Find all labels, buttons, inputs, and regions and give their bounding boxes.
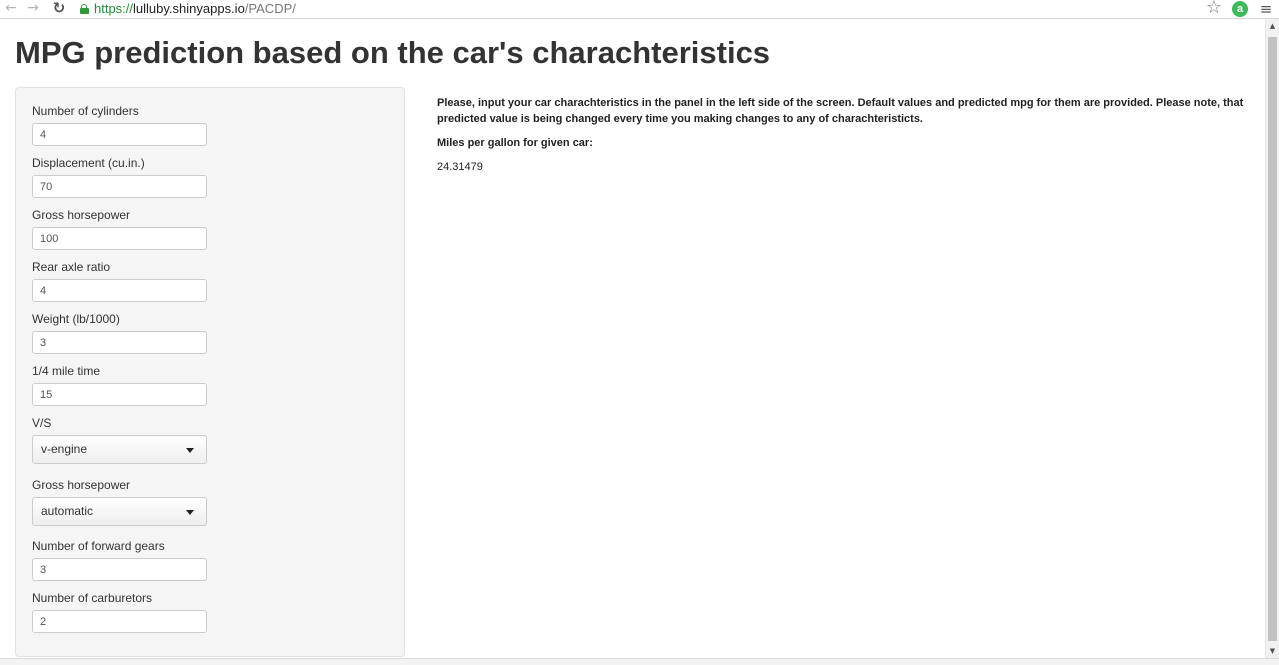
- transmission-select[interactable]: automatic: [32, 497, 207, 526]
- transmission-select-value: automatic: [41, 504, 94, 518]
- lock-icon: [80, 4, 89, 14]
- transmission-label: Gross horsepower: [32, 478, 131, 492]
- forward-gears-label: Number of forward gears: [32, 539, 165, 553]
- cylinders-label: Number of cylinders: [32, 104, 139, 118]
- horsepower-label: Gross horsepower: [32, 208, 131, 222]
- displacement-input[interactable]: [32, 175, 207, 198]
- scroll-down-arrow-icon[interactable]: ▼: [1266, 644, 1279, 658]
- forward-gears-input[interactable]: [32, 558, 207, 581]
- carburetors-input[interactable]: [32, 610, 207, 633]
- cylinders-input[interactable]: [32, 123, 207, 146]
- url-path: /PACDP/: [244, 1, 296, 16]
- vs-select-value: v-engine: [41, 442, 88, 456]
- weight-label: Weight (lb/1000): [32, 312, 120, 326]
- url-scheme: https://: [94, 1, 134, 16]
- predicted-mpg-value: 24.31479: [437, 161, 483, 173]
- vs-label: V/S: [32, 416, 52, 430]
- bottom-bar: [0, 658, 1279, 665]
- forward-arrow-icon[interactable]: →: [24, 0, 42, 18]
- chevron-down-icon: [186, 510, 194, 515]
- extension-icon[interactable]: a: [1232, 1, 1248, 17]
- chevron-down-icon: [186, 448, 194, 453]
- horsepower-input[interactable]: [32, 227, 207, 250]
- weight-input[interactable]: [32, 331, 207, 354]
- reload-icon[interactable]: ↻: [50, 0, 68, 18]
- quarter-mile-time-input[interactable]: [32, 383, 207, 406]
- hamburger-menu-icon[interactable]: ≡: [1258, 1, 1274, 17]
- quarter-mile-time-label: 1/4 mile time: [32, 364, 101, 378]
- main-panel: Please, input your car charachteristics …: [437, 95, 1247, 173]
- carburetors-label: Number of carburetors: [32, 591, 153, 605]
- browser-toolbar: ← → ↻ https://lulluby.shinyapps.io/PACDP…: [0, 0, 1279, 19]
- scroll-up-arrow-icon[interactable]: ▲: [1266, 19, 1279, 33]
- vertical-scrollbar[interactable]: ▲ ▼: [1265, 19, 1279, 658]
- url-text[interactable]: https://lulluby.shinyapps.io/PACDP/: [94, 0, 296, 17]
- url-host: lulluby.shinyapps.io: [133, 1, 245, 16]
- back-arrow-icon[interactable]: ←: [2, 0, 20, 18]
- result-label: Miles per gallon for given car:: [437, 137, 593, 149]
- address-bar[interactable]: https://lulluby.shinyapps.io/PACDP/: [76, 0, 1196, 18]
- displacement-label: Displacement (cu.in.): [32, 156, 145, 170]
- rear-axle-ratio-input[interactable]: [32, 279, 207, 302]
- input-sidebar-panel: Number of cylinders Displacement (cu.in.…: [15, 87, 405, 657]
- scrollbar-thumb[interactable]: [1268, 37, 1277, 641]
- rear-axle-ratio-label: Rear axle ratio: [32, 260, 111, 274]
- page-title: MPG prediction based on the car's charac…: [15, 35, 771, 70]
- bookmark-star-icon[interactable]: ☆: [1204, 0, 1224, 17]
- instructions-text: Please, input your car charachteristics …: [437, 97, 1244, 125]
- vs-select[interactable]: v-engine: [32, 435, 207, 464]
